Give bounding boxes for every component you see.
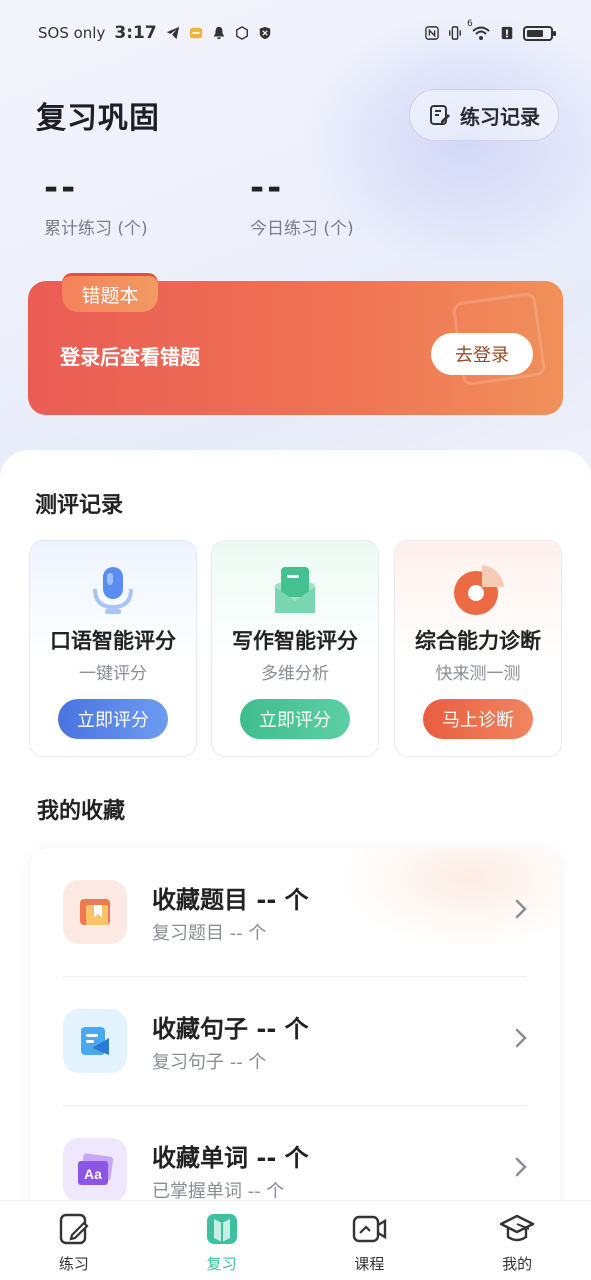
word-icon: Aa bbox=[63, 1138, 127, 1202]
edit-icon bbox=[59, 1213, 89, 1245]
carrier-label: SOS only bbox=[38, 24, 106, 42]
status-bar: SOS only 3:17 6 bbox=[0, 0, 591, 66]
speaking-score-card[interactable]: 口语智能评分 一键评分 立即评分 bbox=[29, 540, 197, 757]
record-edit-icon bbox=[430, 105, 450, 125]
card-title: 综合能力诊断 bbox=[415, 629, 541, 653]
nfc-icon bbox=[425, 26, 439, 40]
fav-subtitle: 复习题目 -- 个 bbox=[152, 923, 267, 944]
banner-text: 登录后查看错题 bbox=[60, 345, 200, 369]
card-subtitle: 一键评分 bbox=[79, 664, 147, 684]
network-badge: 6 bbox=[467, 19, 473, 29]
card-subtitle: 多维分析 bbox=[261, 664, 329, 684]
wrong-book-tag: 错题本 bbox=[62, 273, 158, 312]
microphone-icon bbox=[83, 561, 143, 621]
stat-today-label: 今日练习 (个) bbox=[250, 219, 354, 239]
nav-review[interactable]: 复习 bbox=[148, 1201, 296, 1280]
graduation-cap-icon bbox=[499, 1214, 535, 1242]
chevron-right-icon bbox=[515, 1157, 527, 1177]
speaking-score-button[interactable]: 立即评分 bbox=[58, 699, 168, 739]
stat-total-label: 累计练习 (个) bbox=[44, 219, 148, 239]
nav-courses[interactable]: 课程 bbox=[296, 1201, 444, 1280]
video-icon bbox=[353, 1215, 387, 1243]
hero-background bbox=[0, 0, 591, 520]
favorites-card: 收藏题目 -- 个 复习题目 -- 个 收藏句子 -- 个 复习句子 -- 个 … bbox=[30, 848, 560, 1228]
nav-mine[interactable]: 我的 bbox=[443, 1201, 591, 1280]
notification-app-icon bbox=[189, 27, 202, 39]
nav-label: 我的 bbox=[502, 1255, 533, 1273]
fav-subtitle: 复习句子 -- 个 bbox=[152, 1052, 267, 1073]
card-title: 口语智能评分 bbox=[50, 629, 176, 653]
stat-today: -- 今日练习 (个) bbox=[250, 168, 354, 239]
nav-label: 课程 bbox=[354, 1255, 385, 1273]
chevron-right-icon bbox=[515, 1028, 527, 1048]
pie-chart-icon bbox=[448, 561, 508, 621]
stat-total-value: -- bbox=[44, 168, 79, 208]
card-title: 写作智能评分 bbox=[232, 629, 358, 653]
nav-label: 练习 bbox=[58, 1255, 89, 1273]
eval-section-title: 测评记录 bbox=[35, 493, 124, 518]
fav-section-title: 我的收藏 bbox=[37, 799, 126, 824]
writing-score-card[interactable]: 写作智能评分 多维分析 立即评分 bbox=[211, 540, 379, 757]
chevron-right-icon bbox=[515, 899, 527, 919]
sentence-icon bbox=[63, 1009, 127, 1073]
fav-title: 收藏题目 -- 个 bbox=[152, 886, 309, 914]
envelope-icon bbox=[265, 561, 325, 621]
page-title: 复习巩固 bbox=[36, 101, 160, 136]
bell-icon bbox=[213, 26, 224, 40]
card-subtitle: 快来测一测 bbox=[435, 664, 521, 684]
bottom-nav: 练习 复习 课程 我的 bbox=[0, 1200, 591, 1280]
bookmark-icon bbox=[63, 880, 127, 944]
diagnosis-button[interactable]: 马上诊断 bbox=[423, 699, 533, 739]
writing-score-button[interactable]: 立即评分 bbox=[240, 699, 350, 739]
fav-title: 收藏句子 -- 个 bbox=[152, 1015, 309, 1043]
battery-icon bbox=[523, 25, 556, 41]
fav-sentences-row[interactable]: 收藏句子 -- 个 复习句子 -- 个 bbox=[30, 977, 560, 1106]
nav-label: 复习 bbox=[206, 1255, 237, 1273]
practice-record-label: 练习记录 bbox=[460, 104, 540, 129]
clock: 3:17 bbox=[114, 23, 157, 43]
wifi-icon: 6 bbox=[467, 19, 491, 41]
fav-questions-row[interactable]: 收藏题目 -- 个 复习题目 -- 个 bbox=[30, 848, 560, 977]
alert-icon bbox=[501, 26, 513, 40]
word-icon-text: Aa bbox=[84, 1166, 102, 1182]
nav-practice[interactable]: 练习 bbox=[0, 1201, 148, 1280]
book-icon bbox=[206, 1214, 237, 1244]
vibrate-icon bbox=[449, 26, 461, 40]
fav-title: 收藏单词 -- 个 bbox=[152, 1144, 309, 1172]
stat-total: -- 累计练习 (个) bbox=[44, 168, 148, 239]
practice-record-button[interactable]: 练习记录 bbox=[409, 89, 559, 141]
login-button[interactable]: 去登录 bbox=[431, 333, 533, 375]
telegram-icon bbox=[166, 26, 179, 40]
ability-diagnosis-card[interactable]: 综合能力诊断 快来测一测 马上诊断 bbox=[394, 540, 562, 757]
stat-today-value: -- bbox=[250, 168, 285, 208]
shield-icon bbox=[259, 26, 270, 40]
cube-icon bbox=[235, 26, 248, 40]
